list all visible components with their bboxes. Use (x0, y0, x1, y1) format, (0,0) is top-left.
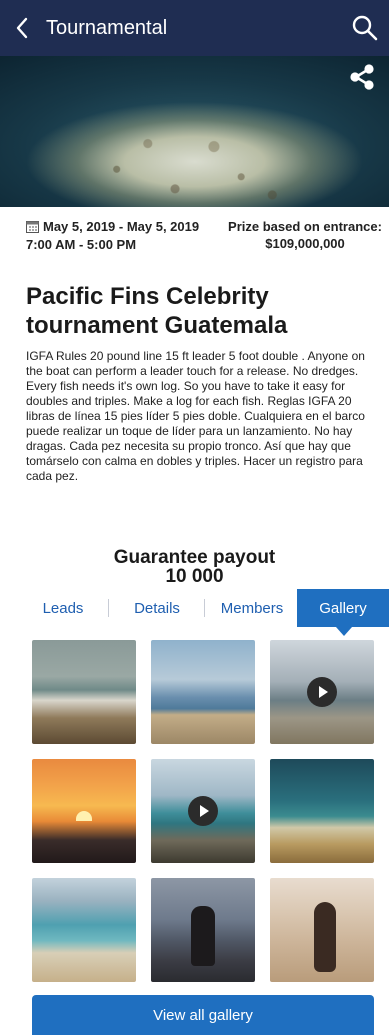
gallery-item[interactable] (32, 878, 136, 982)
tab-members[interactable]: Members (208, 589, 296, 627)
tab-gallery[interactable]: Gallery (297, 589, 389, 636)
hero-texture (0, 56, 389, 207)
gallery-grid (32, 640, 374, 998)
prize-value: $109,000,000 (265, 236, 345, 251)
page-title: Tournamental (46, 17, 168, 39)
sun-shape (76, 811, 92, 821)
tournament-description: IGFA Rules 20 pound line 15 ft leader 5 … (26, 349, 365, 483)
tab-details[interactable]: Details (112, 589, 202, 627)
event-date-range: May 5, 2019 - May 5, 2019 (43, 219, 200, 234)
gallery-item[interactable] (32, 640, 136, 744)
gallery-item[interactable] (151, 759, 255, 863)
payout-label: Guarantee payout (113, 547, 276, 568)
gallery-item[interactable] (32, 759, 136, 863)
chevron-left-icon[interactable] (8, 14, 36, 42)
prize-info: Prize based on entrance: $109,000,000 (225, 218, 385, 252)
tournament-title: Pacific Fins Celebrity tournament Guatem… (26, 283, 288, 339)
tab-divider (108, 599, 109, 617)
gallery-item[interactable] (270, 759, 374, 863)
tab-bar: Leads Details Members Gallery (0, 589, 389, 636)
prize-label: Prize based on entrance: (228, 219, 382, 234)
person-silhouette (191, 906, 215, 966)
gallery-item[interactable] (151, 878, 255, 982)
tab-leads[interactable]: Leads (20, 589, 106, 627)
hero-image (0, 56, 389, 207)
gallery-item[interactable] (270, 640, 374, 744)
gallery-item[interactable] (270, 878, 374, 982)
view-all-gallery-button[interactable]: View all gallery (32, 995, 374, 1035)
person-silhouette (314, 902, 336, 972)
guarantee-payout: Guarantee payout 10 000 (0, 548, 389, 586)
tab-divider (204, 599, 205, 617)
top-bar: Tournamental (0, 0, 389, 56)
event-time-range: 7:00 AM - 5:00 PM (26, 237, 137, 252)
calendar-icon (26, 220, 39, 233)
play-icon[interactable] (307, 677, 337, 707)
payout-amount: 10 000 (165, 566, 224, 587)
gallery-item[interactable] (151, 640, 255, 744)
event-datetime: May 5, 2019 - May 5, 2019 7:00 AM - 5:00… (26, 218, 199, 253)
search-icon[interactable] (351, 14, 379, 42)
play-icon[interactable] (188, 796, 218, 826)
share-icon[interactable] (347, 62, 377, 92)
